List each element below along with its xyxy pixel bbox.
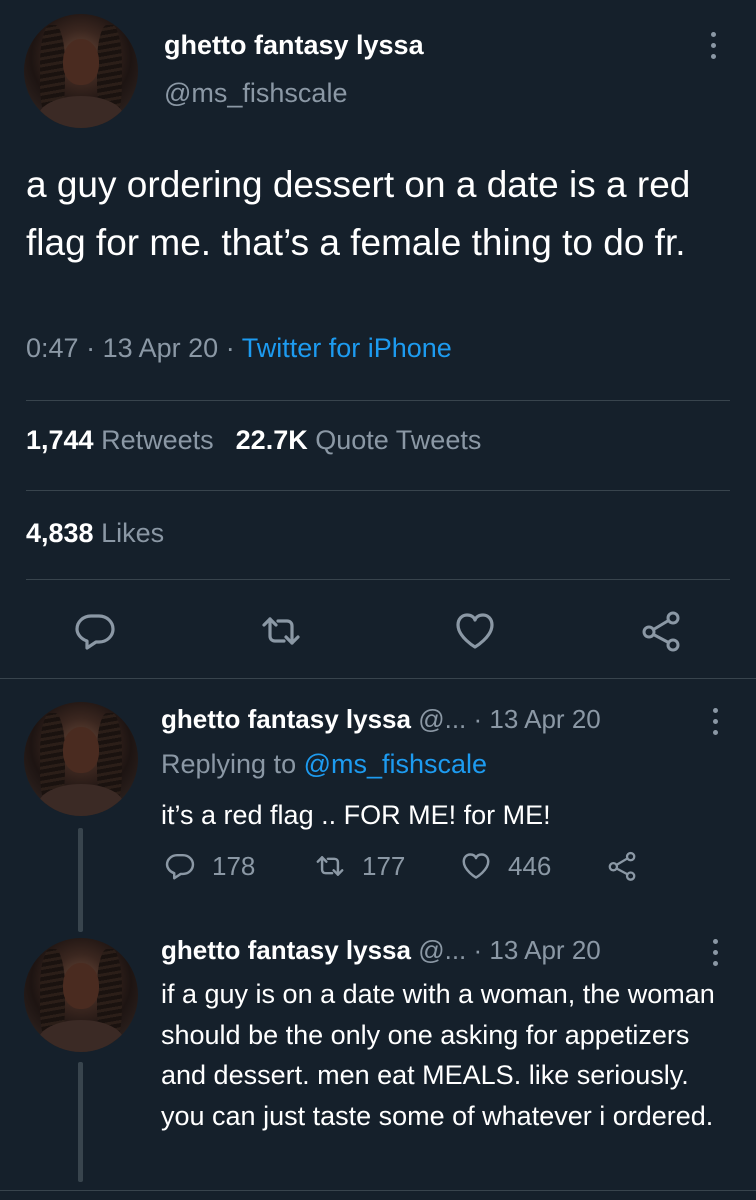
more-options-icon[interactable] bbox=[711, 708, 719, 735]
avatar[interactable] bbox=[24, 14, 138, 128]
share-button[interactable] bbox=[604, 846, 640, 886]
more-options-icon[interactable] bbox=[709, 32, 717, 59]
retweets-stat[interactable]: 1,744 Retweets bbox=[26, 425, 214, 455]
retweet-button[interactable]: 177 bbox=[312, 846, 405, 886]
tweet-text: it’s a red flag .. FOR ME! for ME! bbox=[161, 800, 551, 830]
reply-header: ghetto fantasy lyssa @... · 13 Apr 20 bbox=[161, 704, 601, 734]
divider bbox=[26, 579, 730, 580]
tweet-text: if a guy is on a date with a woman, the … bbox=[161, 979, 715, 1131]
share-icon bbox=[608, 851, 636, 881]
replying-to: Replying to @ms_fishscale bbox=[161, 749, 488, 779]
reply-icon bbox=[165, 853, 195, 880]
like-icon[interactable] bbox=[450, 606, 500, 656]
avatar[interactable] bbox=[24, 938, 138, 1052]
engagement-stats: 1,744 Retweets 22.7K Quote Tweets bbox=[26, 425, 481, 456]
divider bbox=[26, 490, 730, 491]
tweet-date[interactable]: 13 Apr 20 bbox=[489, 935, 600, 965]
retweet-count: 177 bbox=[362, 850, 406, 881]
like-icon bbox=[462, 853, 490, 879]
divider bbox=[26, 400, 730, 401]
quote-tweets-stat[interactable]: 22.7K Quote Tweets bbox=[236, 425, 482, 455]
reply-button[interactable]: 178 bbox=[162, 846, 255, 886]
tweet-date[interactable]: 13 Apr 20 bbox=[489, 704, 600, 734]
retweet-icon[interactable] bbox=[256, 606, 306, 656]
section-divider bbox=[0, 678, 756, 679]
like-count: 446 bbox=[508, 850, 552, 881]
tweet-actions bbox=[0, 606, 756, 656]
like-button[interactable]: 446 bbox=[458, 846, 551, 886]
likes-stat[interactable]: 4,838 Likes bbox=[26, 518, 164, 549]
user-handle[interactable]: @ms_fishscale bbox=[164, 78, 347, 109]
display-name[interactable]: ghetto fantasy lyssa bbox=[161, 704, 411, 734]
more-options-icon[interactable] bbox=[711, 939, 719, 966]
tweet-meta: 0:47 · 13 Apr 20 · Twitter for iPhone bbox=[26, 333, 452, 363]
tweet-text: a guy ordering dessert on a date is a re… bbox=[26, 164, 691, 263]
display-name[interactable]: ghetto fantasy lyssa bbox=[161, 935, 411, 965]
avatar[interactable] bbox=[24, 702, 138, 816]
tweet-date[interactable]: 13 Apr 20 bbox=[103, 333, 219, 363]
share-icon[interactable] bbox=[636, 606, 686, 656]
reply-icon[interactable] bbox=[70, 606, 120, 656]
user-handle[interactable]: @... bbox=[418, 704, 466, 734]
tweet-source[interactable]: Twitter for iPhone bbox=[242, 333, 452, 363]
main-tweet: ghetto fantasy lyssa @ms_fishscale a guy… bbox=[0, 0, 756, 680]
retweet-icon bbox=[316, 856, 344, 876]
reply-header: ghetto fantasy lyssa @... · 13 Apr 20 bbox=[161, 935, 601, 965]
thread-line bbox=[78, 1062, 83, 1182]
reply-count: 178 bbox=[212, 850, 256, 881]
display-name[interactable]: ghetto fantasy lyssa bbox=[164, 30, 424, 61]
mention-link[interactable]: @ms_fishscale bbox=[304, 749, 487, 779]
divider bbox=[0, 1190, 756, 1191]
user-handle[interactable]: @... bbox=[418, 935, 466, 965]
tweet-time[interactable]: 0:47 bbox=[26, 333, 79, 363]
reply-actions: 178 177 446 bbox=[0, 846, 756, 886]
